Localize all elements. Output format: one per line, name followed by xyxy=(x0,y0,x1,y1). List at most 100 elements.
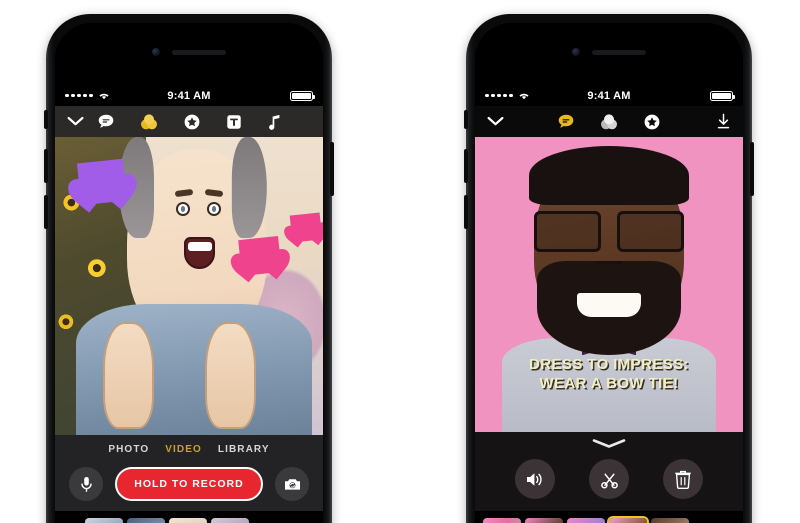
earpiece-speaker xyxy=(592,49,646,55)
status-bar-right xyxy=(290,90,316,101)
mouth xyxy=(184,237,216,269)
hold-to-record-button[interactable]: HOLD TO RECORD xyxy=(115,467,263,501)
status-bar-clock: 9:41 AM xyxy=(167,89,211,102)
clip-filmstrip: Done xyxy=(55,511,323,523)
tab-video[interactable]: VIDEO xyxy=(165,444,202,455)
preview-artwork-bowtie-man: DRESS TO IMPRESS: WEAR A BOW TIE! xyxy=(475,137,743,432)
edit-button-row xyxy=(475,459,743,499)
clip-title-text: Fashion Tip #2 xyxy=(567,518,605,523)
download-icon xyxy=(717,113,730,129)
clip-thumbnail-5[interactable] xyxy=(651,518,689,523)
preview-artwork-comic-selfie xyxy=(55,137,323,435)
front-camera-icon xyxy=(572,48,580,56)
collapse-toolbar-button[interactable] xyxy=(67,116,84,127)
star-circle-icon[interactable] xyxy=(184,114,200,130)
silent-switch[interactable] xyxy=(44,110,48,129)
eyeglasses-icon xyxy=(533,210,685,253)
eyebrow-left xyxy=(174,189,194,198)
right-phone-screen: 9:41 AM DRESS TO IMPRESS: WEAR A BOW TIE… xyxy=(475,85,743,523)
capture-controls: PHOTO VIDEO LIBRARY HOLD TO RECORD xyxy=(55,435,323,511)
clip-thumbnail-1[interactable] xyxy=(483,518,521,523)
status-bar-clock: 9:41 AM xyxy=(587,89,631,102)
volume-down-button[interactable] xyxy=(464,195,468,229)
screenshot-stage: 9:41 AM PHOTO VIDEO LIBRARY HOLD TO RECO… xyxy=(0,0,800,523)
record-row: HOLD TO RECORD xyxy=(55,467,323,501)
thumbs-up-right xyxy=(205,321,256,430)
clip-thumbnail-4[interactable] xyxy=(211,518,249,523)
caption-line-2: WEAR A BOW TIE! xyxy=(539,375,679,393)
right-phone-bezel: 9:41 AM DRESS TO IMPRESS: WEAR A BOW TIE… xyxy=(475,23,743,523)
camera-flip-button[interactable] xyxy=(275,467,309,501)
clip-thumbnail-2[interactable] xyxy=(127,518,165,523)
volume-down-button[interactable] xyxy=(44,195,48,229)
collapse-toolbar-button[interactable] xyxy=(487,116,504,127)
volume-up-button[interactable] xyxy=(44,149,48,183)
camera-flip-icon xyxy=(284,479,300,490)
front-camera-icon xyxy=(152,48,160,56)
heart-sticker-pink-small[interactable] xyxy=(289,212,323,243)
clip-thumbnail-3[interactable] xyxy=(169,518,207,523)
tab-photo[interactable]: PHOTO xyxy=(108,444,149,455)
volume-button[interactable] xyxy=(515,459,555,499)
video-caption[interactable]: DRESS TO IMPRESS: WEAR A BOW TIE! xyxy=(475,355,743,393)
smile-teeth xyxy=(576,293,642,317)
earpiece-speaker xyxy=(172,49,226,55)
battery-full-icon xyxy=(290,90,316,101)
battery-full-icon xyxy=(710,90,736,101)
drag-handle-row[interactable] xyxy=(475,436,743,459)
volume-up-button[interactable] xyxy=(464,149,468,183)
right-phone-top-hardware xyxy=(475,45,743,59)
microphone-icon xyxy=(80,476,92,492)
star-circle-icon[interactable] xyxy=(644,114,660,130)
scissors-icon xyxy=(600,473,618,488)
clip-thumbnail-1[interactable] xyxy=(85,518,123,523)
filters-circles-icon[interactable] xyxy=(600,113,618,130)
thumbs-up-left xyxy=(103,321,155,430)
left-phone-top-hardware xyxy=(55,45,323,59)
clip-thumbnail-4[interactable] xyxy=(609,518,647,523)
hair-right xyxy=(231,137,267,239)
eye-right xyxy=(206,202,221,216)
caption-line-1: DRESS TO IMPRESS: xyxy=(529,356,689,374)
filters-circles-icon[interactable] xyxy=(140,113,158,130)
capture-mode-tabs: PHOTO VIDEO LIBRARY xyxy=(55,444,323,455)
status-bar: 9:41 AM xyxy=(475,85,743,106)
comment-bubble-icon[interactable] xyxy=(98,114,114,129)
power-button[interactable] xyxy=(750,142,754,196)
tab-library[interactable]: LIBRARY xyxy=(218,444,270,455)
effects-toolbar xyxy=(475,106,743,137)
drag-handle-chevron-icon xyxy=(592,439,626,448)
trim-button[interactable] xyxy=(589,459,629,499)
lens-left xyxy=(533,210,602,253)
video-preview[interactable] xyxy=(55,137,323,435)
eyebrow-right xyxy=(205,189,224,198)
clip-thumbnails xyxy=(85,518,249,523)
comment-bubble-icon[interactable] xyxy=(558,114,574,129)
video-preview[interactable]: DRESS TO IMPRESS: WEAR A BOW TIE! xyxy=(475,137,743,432)
silent-switch[interactable] xyxy=(464,110,468,129)
status-bar: 9:41 AM xyxy=(55,85,323,106)
left-phone-bezel: 9:41 AM PHOTO VIDEO LIBRARY HOLD TO RECO… xyxy=(55,23,323,523)
left-phone-screen: 9:41 AM PHOTO VIDEO LIBRARY HOLD TO RECO… xyxy=(55,85,323,523)
heart-sticker-pink-large[interactable] xyxy=(238,236,282,277)
chevron-down-icon xyxy=(67,116,84,126)
effects-toolbar xyxy=(55,106,323,137)
clip-thumbnail-3[interactable]: Fashion Tip #2 xyxy=(567,518,605,523)
effects-toolbar-icons xyxy=(55,113,323,130)
music-note-icon[interactable] xyxy=(268,114,281,130)
speaker-volume-icon xyxy=(527,472,542,486)
status-bar-right xyxy=(710,90,736,101)
delete-button[interactable] xyxy=(663,459,703,499)
clip-thumbnails: Fashion Tip #2 xyxy=(483,518,689,523)
chevron-down-icon xyxy=(487,116,504,126)
clip-thumbnail-2[interactable] xyxy=(525,518,563,523)
microphone-button[interactable] xyxy=(69,467,103,501)
heart-sticker-purple[interactable] xyxy=(77,158,128,206)
trash-icon xyxy=(675,470,691,489)
download-button[interactable] xyxy=(716,113,731,130)
power-button[interactable] xyxy=(330,142,334,196)
edit-controls xyxy=(475,432,743,511)
right-phone-device: 9:41 AM DRESS TO IMPRESS: WEAR A BOW TIE… xyxy=(464,14,754,523)
text-box-icon[interactable] xyxy=(226,114,242,130)
glasses-bridge xyxy=(595,260,623,264)
